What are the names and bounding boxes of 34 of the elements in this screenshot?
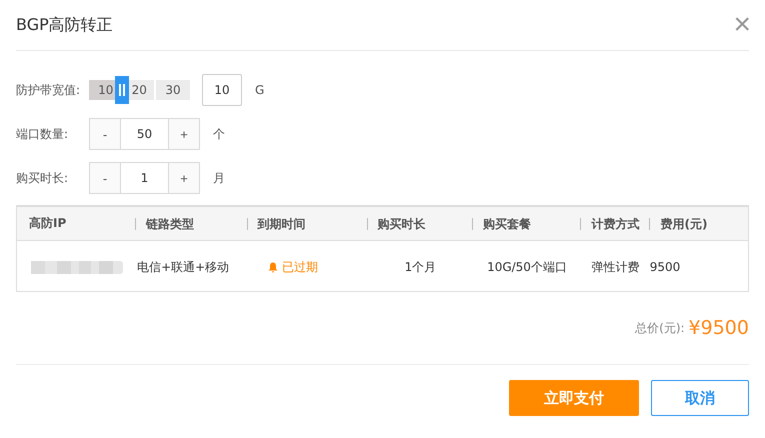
column-header: 到期时间 — [246, 218, 367, 230]
unit-label: G — [255, 83, 264, 97]
quantity-input[interactable]: 50 — [121, 118, 168, 150]
total-label: 总价(元): — [635, 320, 685, 336]
column-header: 高防IP — [29, 215, 68, 232]
column-header: 购买套餐 — [472, 218, 580, 230]
bell-icon — [268, 262, 278, 272]
increment-button[interactable]: + — [168, 118, 200, 150]
table-cell-text: 电信+联通+移动 — [137, 258, 230, 276]
column-header: 购买时长 — [366, 218, 472, 230]
total-price: ¥9500 — [688, 317, 749, 339]
field-label: 端口数量: — [16, 126, 70, 142]
slider-handle[interactable] — [115, 76, 130, 104]
slider-tick-label: 30 — [165, 83, 181, 97]
slider-tick-label: 20 — [132, 83, 147, 97]
unit-label: 月 — [213, 170, 225, 186]
slider-tick-label: 10 — [98, 83, 114, 97]
table-cell: 弹性计费 — [591, 258, 640, 276]
unit-label: 个 — [213, 126, 225, 142]
decrement-button[interactable]: - — [89, 118, 121, 150]
field-label: 购买时长: — [16, 170, 70, 186]
table-cell-text: 9500 — [650, 260, 682, 274]
status-text: 已过期 — [282, 258, 318, 276]
table-cell: 1个月 — [404, 258, 436, 276]
table-cell: 10G/50个端口 — [487, 258, 567, 276]
column-header: 计费方式 — [580, 218, 650, 230]
decrement-button[interactable]: - — [89, 162, 121, 194]
column-header: 链路类型 — [135, 218, 247, 230]
increment-button[interactable]: + — [168, 162, 200, 194]
column-header: 费用(元) — [649, 218, 748, 230]
bandwidth-input[interactable]: 10 — [202, 74, 242, 106]
quantity-input[interactable]: 1 — [121, 162, 168, 194]
dialog-title: BGP高防转正 — [16, 14, 113, 36]
field-label: 防护带宽值: — [16, 82, 82, 98]
